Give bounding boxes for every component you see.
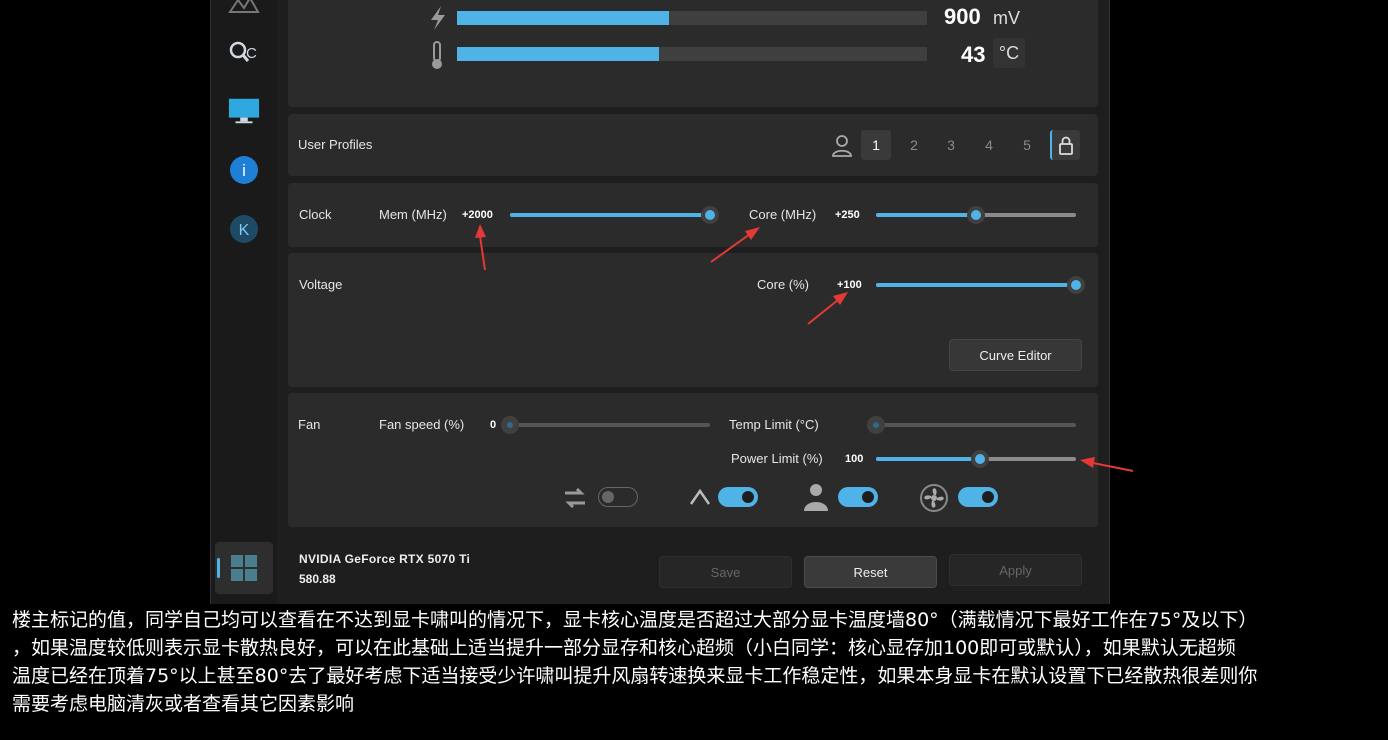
arrow-mem-clock	[479, 235, 486, 271]
caption-line: 温度已经在顶着75°以上甚至80°去了最好考虑下适当接受少许啸叫提升风扇转速换来…	[12, 665, 1258, 687]
caption-line: 需要考虑电脑清灰或者查看其它因素影响	[12, 693, 355, 715]
arrow-power-limit	[1092, 462, 1134, 472]
forum-caption: 楼主标记的值，同学自己均可以查看在不达到显卡啸叫的情况下，显卡核心温度是否超过大…	[12, 606, 1386, 718]
arrow-voltage-core	[807, 299, 839, 325]
arrow-core-clock	[710, 233, 751, 263]
annotation-arrows	[475, 224, 1134, 472]
caption-line: 楼主标记的值，同学自己均可以查看在不达到显卡啸叫的情况下，显卡核心温度是否超过大…	[12, 609, 1258, 631]
caption-line: ，如果温度较低则表示显卡散热良好，可以在此基础上适当提升一部分显存和核心超频（小…	[12, 637, 1236, 659]
